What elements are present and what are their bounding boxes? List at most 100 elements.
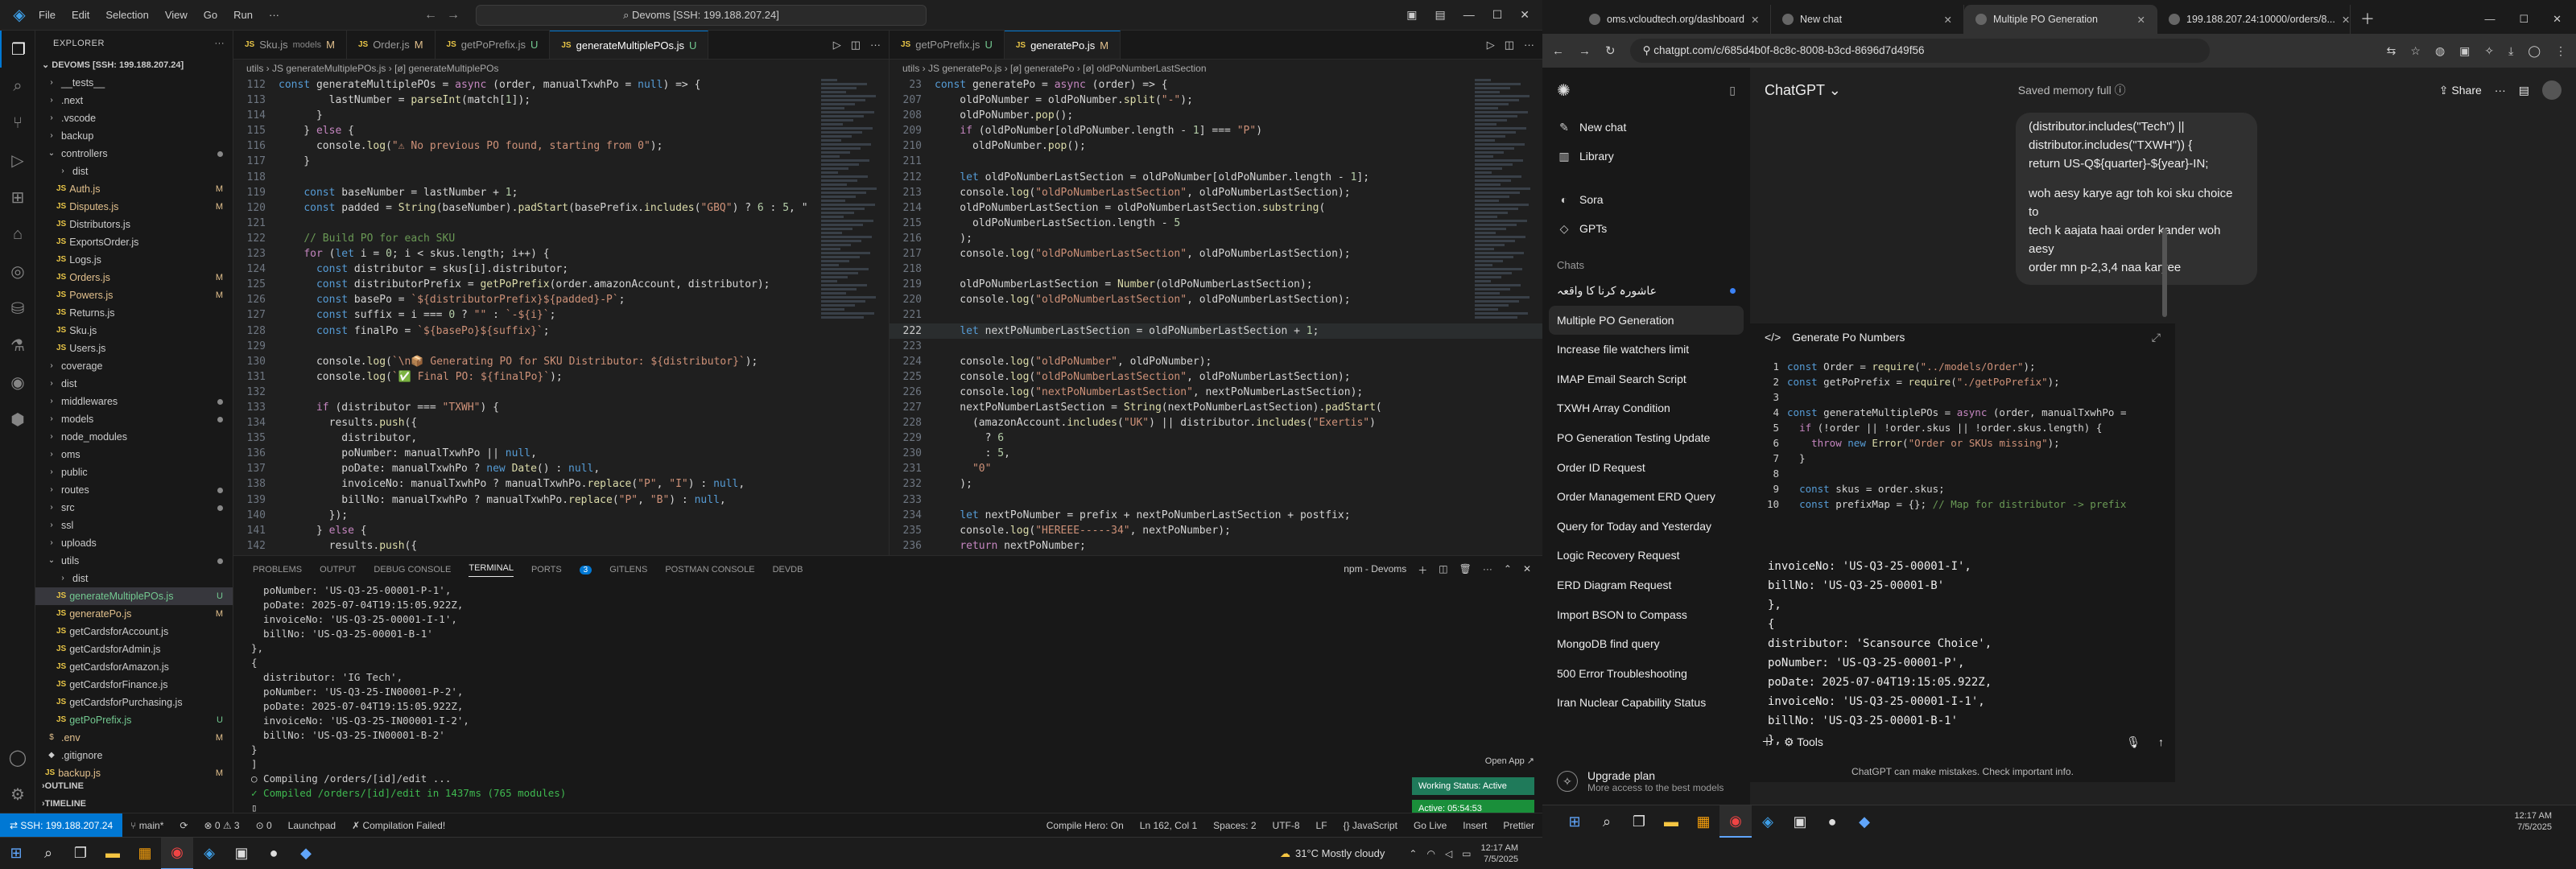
panel-toggle-icon[interactable]: ▤ bbox=[1435, 8, 1445, 22]
file-tree-item[interactable]: › dist bbox=[35, 163, 233, 180]
extension-icon[interactable]: ◍ bbox=[2435, 44, 2445, 58]
battery-icon[interactable]: ▭ bbox=[1462, 848, 1471, 859]
run-icon[interactable]: ▷ bbox=[833, 39, 841, 51]
clock[interactable]: 12:17 AM 7/5/2025 bbox=[1481, 842, 1542, 865]
github-icon[interactable]: ● bbox=[1816, 805, 1848, 838]
editor-tab[interactable]: JS generateMultiplePOs.js U bbox=[550, 31, 709, 59]
menu-item-go[interactable]: Go bbox=[204, 9, 217, 21]
editor-tab[interactable]: JS Order.js M bbox=[347, 31, 436, 59]
file-tree-item[interactable]: JS ExportsOrder.js bbox=[35, 233, 233, 251]
run-icon[interactable]: ▷ bbox=[1487, 39, 1495, 51]
more-actions-icon[interactable]: ··· bbox=[870, 39, 881, 51]
file-tree-item[interactable]: ◆ .gitignore bbox=[35, 747, 233, 764]
source-control-icon[interactable]: ⑂ bbox=[0, 105, 35, 142]
puzzle-icon[interactable]: ✧ bbox=[2484, 44, 2494, 58]
reload-icon[interactable]: ↻ bbox=[1605, 43, 1616, 58]
search-icon[interactable]: ⌕ bbox=[0, 68, 35, 105]
canvas-toggle-icon[interactable]: ▤ bbox=[2519, 84, 2529, 97]
file-explorer-icon[interactable]: ▬ bbox=[1655, 805, 1687, 838]
chat-history-item[interactable]: TXWH Array Condition bbox=[1542, 393, 1750, 423]
file-tree-item[interactable]: › models bbox=[35, 410, 233, 428]
chat-history-item[interactable]: Import BSON to Compass bbox=[1542, 600, 1750, 630]
send-arrow-icon[interactable]: ↑ bbox=[2158, 735, 2164, 749]
status-item[interactable]: Insert bbox=[1455, 820, 1495, 831]
editor-tab[interactable]: JS getPoPrefix.js U bbox=[890, 31, 1005, 59]
search-icon[interactable]: ⌕ bbox=[1591, 805, 1623, 838]
file-tree-item[interactable]: JS generateMultiplePOs.js U bbox=[35, 587, 233, 605]
more-actions-icon[interactable]: ··· bbox=[1524, 39, 1534, 51]
expand-icon[interactable]: ⤢ bbox=[2152, 331, 2161, 344]
status-item[interactable]: LF bbox=[1308, 820, 1335, 831]
file-tree-item[interactable]: JS Logs.js bbox=[35, 251, 233, 269]
close-tab-icon[interactable]: ✕ bbox=[1751, 14, 1759, 26]
run-debug-icon[interactable]: ▷ bbox=[0, 142, 35, 179]
minimap[interactable] bbox=[1475, 77, 1531, 555]
file-tree-item[interactable]: › coverage bbox=[35, 357, 233, 375]
minimize-icon[interactable]: — bbox=[1463, 8, 1475, 22]
file-tree-item[interactable]: JS getCardsforAdmin.js bbox=[35, 640, 233, 658]
testing-icon[interactable]: ⚗ bbox=[0, 327, 35, 364]
menu-item-selection[interactable]: Selection bbox=[105, 9, 148, 21]
file-tree-item[interactable]: › dist bbox=[35, 570, 233, 587]
panel-tab-gitlens[interactable]: GITLENS bbox=[609, 565, 647, 575]
panel-tab-terminal[interactable]: TERMINAL bbox=[469, 563, 514, 577]
project-root[interactable]: ⌄ DEVOMS [SSH: 199.188.207.24] bbox=[35, 56, 233, 74]
file-tree-item[interactable]: ⌄ controllers bbox=[35, 145, 233, 163]
breadcrumb[interactable]: utils › JS generatePo.js › [ø] generateP… bbox=[890, 60, 1542, 77]
app2-icon[interactable]: ◆ bbox=[1848, 805, 1880, 838]
panel-tab-ports[interactable]: PORTS bbox=[531, 565, 562, 575]
more-actions-icon[interactable]: ··· bbox=[1483, 563, 1492, 577]
status-item[interactable]: ⑂ main* bbox=[122, 820, 171, 831]
menu-item-file[interactable]: File bbox=[39, 9, 56, 21]
panel-tab-problems[interactable]: PROBLEMS bbox=[253, 565, 302, 575]
status-item[interactable]: ⊗ 0 ⚠ 3 bbox=[196, 820, 247, 831]
file-tree-item[interactable]: JS Disputes.js M bbox=[35, 198, 233, 216]
trash-icon[interactable]: 🗑 bbox=[1459, 563, 1472, 577]
file-tree-item[interactable]: › __tests__ bbox=[35, 74, 233, 92]
kebab-menu-icon[interactable]: ⋮ bbox=[2555, 44, 2566, 58]
timeline-section[interactable]: › TIMELINE bbox=[35, 795, 233, 813]
browser-tab[interactable]: oms.vcloudtech.org/dashboard ✕ bbox=[1578, 5, 1771, 34]
settings-gear-icon[interactable]: ⚙ bbox=[0, 776, 35, 813]
file-tree-item[interactable]: JS Distributors.js bbox=[35, 216, 233, 233]
avatar[interactable] bbox=[2542, 80, 2562, 100]
file-tree-item[interactable]: › public bbox=[35, 463, 233, 481]
explorer-icon[interactable]: ❐ bbox=[0, 31, 35, 68]
file-tree-item[interactable]: JS getCardsforAccount.js bbox=[35, 623, 233, 640]
wifi-icon[interactable]: ◠ bbox=[1426, 848, 1435, 859]
file-tree-item[interactable]: › .vscode bbox=[35, 109, 233, 127]
sidebar-toggle-icon[interactable]: ▯ bbox=[1729, 84, 1736, 97]
app2-icon[interactable]: ◆ bbox=[290, 838, 322, 869]
postman-icon[interactable]: ◉ bbox=[0, 364, 35, 401]
file-tree-item[interactable]: › routes bbox=[35, 481, 233, 499]
remote-indicator[interactable]: ⇄ SSH: 199.188.207.24 bbox=[0, 813, 123, 838]
file-tree-item[interactable]: › src bbox=[35, 499, 233, 517]
tools-button[interactable]: ⚙ Tools bbox=[1784, 735, 1823, 749]
terminal-name[interactable]: npm - Devoms bbox=[1344, 563, 1406, 577]
extensions-icon[interactable]: ⊞ bbox=[0, 179, 35, 216]
chat-history-item[interactable]: 500 Error Troubleshooting bbox=[1542, 659, 1750, 689]
openai-logo-icon[interactable]: ✺ bbox=[1557, 80, 1571, 101]
open-app-link[interactable]: Open App ↗ bbox=[1412, 756, 1534, 766]
browser-tab[interactable]: New chat ✕ bbox=[1771, 5, 1964, 34]
app-icon[interactable]: ▣ bbox=[225, 838, 258, 869]
sidebar-item-library[interactable]: ▥ Library bbox=[1542, 142, 1750, 171]
terminal-output[interactable]: poNumber: 'US-Q3-25-00001-P-1', poDate: … bbox=[233, 583, 1542, 815]
file-explorer-icon[interactable]: ▬ bbox=[97, 838, 129, 869]
add-attachment-icon[interactable]: ＋ bbox=[1761, 734, 1773, 750]
model-selector[interactable]: ChatGPT ⌄ bbox=[1765, 82, 1841, 99]
star-icon[interactable]: ☆ bbox=[2410, 44, 2421, 58]
more-actions-icon[interactable]: ··· bbox=[215, 31, 233, 56]
file-tree-item[interactable]: $ .env M bbox=[35, 729, 233, 747]
status-item[interactable]: Spaces: 2 bbox=[1205, 820, 1264, 831]
address-bar[interactable]: ⚲ chatgpt.com/c/685d4b0f-8c8c-8008-b3cd-… bbox=[1629, 39, 2210, 63]
github-icon[interactable]: ● bbox=[258, 838, 290, 869]
file-tree-item[interactable]: › node_modules bbox=[35, 428, 233, 446]
task-view-icon[interactable]: ❐ bbox=[1623, 805, 1655, 838]
file-tree-item[interactable]: › dist bbox=[35, 375, 233, 393]
chevron-up-icon[interactable]: ⌃ bbox=[1409, 848, 1417, 859]
maximize-icon[interactable]: ☐ bbox=[2519, 5, 2529, 34]
status-item[interactable]: Launchpad bbox=[280, 820, 344, 831]
file-tree-item[interactable]: JS generatePo.js M bbox=[35, 605, 233, 623]
composer[interactable]: ＋ ⚙ Tools 🎙 ↑ bbox=[1761, 726, 2164, 758]
